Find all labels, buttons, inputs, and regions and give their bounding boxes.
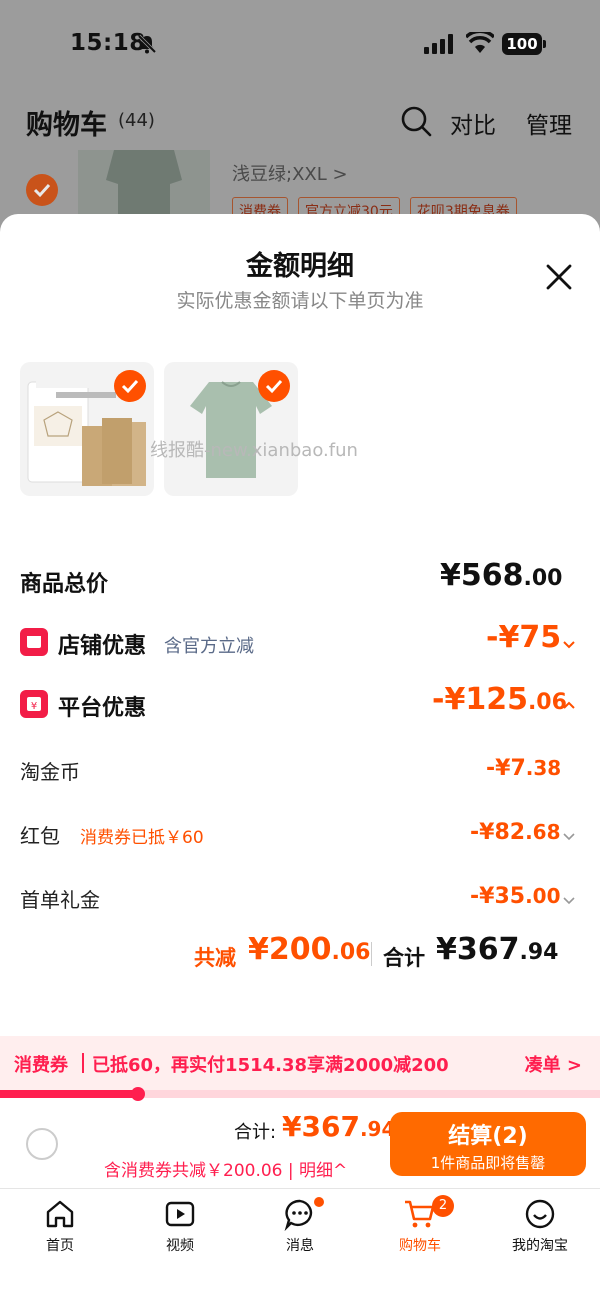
divider — [371, 942, 372, 966]
first-gift-row[interactable]: 首单礼金 -¥35.00 — [0, 880, 600, 924]
signal-icon — [424, 34, 453, 54]
tab-home[interactable]: 首页 — [0, 1197, 120, 1255]
store-discount-note: 含官方立减 — [164, 636, 254, 657]
tab-cart-label: 购物车 — [399, 1238, 441, 1254]
settle-button[interactable]: 结算(2) 1件商品即将售罄 — [390, 1112, 586, 1176]
platform-discount-row[interactable]: ¥ 平台优惠 -¥125.06 — [0, 682, 600, 732]
item-spec[interactable]: 浅豆绿;XXL > — [232, 160, 348, 186]
cart-badge: 2 — [432, 1195, 454, 1217]
wifi-icon — [466, 32, 494, 53]
settle-button-label: 结算(2) — [448, 1124, 528, 1149]
taojinbi-label: 淘金币 — [20, 760, 80, 784]
hongbao-value: -¥82.68 — [470, 820, 561, 845]
status-time: 15:18 — [70, 30, 146, 56]
product-checked-icon — [258, 370, 290, 402]
manage-button[interactable]: 管理 — [526, 106, 572, 140]
coupon-label: 消费券 — [14, 1055, 68, 1076]
search-icon[interactable] — [400, 105, 432, 137]
check-icon — [33, 183, 51, 198]
product-thumbnail[interactable] — [164, 362, 298, 496]
coupon-progress-bar — [0, 1087, 600, 1101]
platform-discount-value: -¥125.06 — [432, 682, 567, 717]
home-icon — [46, 1200, 74, 1228]
hongbao-row[interactable]: 红包 消费券已抵￥60 -¥82.68 — [0, 816, 600, 860]
video-icon — [165, 1201, 195, 1227]
total-price-row: 商品总价 ¥568.00 — [0, 558, 600, 608]
chevron-up-icon — [563, 701, 575, 709]
tab-home-label: 首页 — [46, 1238, 74, 1254]
cart-count: (44) — [118, 110, 155, 131]
chevron-down-icon — [563, 897, 575, 905]
battery-indicator: 100 — [502, 33, 546, 55]
product-thumbnail[interactable] — [20, 362, 154, 496]
tab-messages-label: 消息 — [286, 1238, 314, 1254]
total-value: ¥367.94 — [436, 932, 559, 967]
checkout-total-label: 合计: — [234, 1122, 277, 1143]
chevron-down-icon — [563, 641, 575, 649]
chevron-down-icon — [563, 833, 575, 841]
page-title: 购物车 — [26, 110, 107, 141]
platform-discount-label: 平台优惠 — [58, 696, 147, 721]
hongbao-label: 红包 — [20, 824, 60, 848]
select-all-checkbox[interactable] — [26, 1128, 58, 1160]
bottom-tab-bar: 首页 视频 消息 2 购物车 我的淘宝 — [0, 1188, 600, 1303]
store-discount-value: -¥75 — [486, 620, 562, 655]
first-gift-label: 首单礼金 — [20, 888, 100, 912]
add-items-link[interactable]: 凑单 > — [525, 1051, 582, 1077]
sheet-title: 金额明细 — [246, 251, 354, 282]
first-gift-value: -¥35.00 — [470, 884, 561, 909]
reduce-label: 共减 — [194, 946, 236, 970]
taojinbi-row: 淘金币 -¥7.38 — [0, 752, 600, 796]
taojinbi-value: -¥7.38 — [486, 756, 562, 781]
tab-me[interactable]: 我的淘宝 — [480, 1197, 600, 1255]
coupon-bar[interactable]: 消费券 已抵60，再实付1514.38享满2000减200 凑单 > — [0, 1036, 600, 1090]
status-bar: 15:18 100 — [0, 0, 600, 90]
tab-video[interactable]: 视频 — [120, 1197, 240, 1255]
item-checkbox[interactable] — [26, 174, 58, 206]
checkout-total-value: ¥367.94 — [282, 1110, 396, 1143]
sheet-subtitle: 实际优惠金额请以下单页为准 — [176, 290, 424, 312]
store-discount-label: 店铺优惠 — [58, 634, 147, 659]
tab-messages[interactable]: 消息 — [240, 1197, 360, 1255]
total-label: 合计 — [383, 946, 425, 970]
settle-button-sub: 1件商品即将售罄 — [430, 1154, 546, 1172]
store-icon — [20, 628, 48, 656]
coupon-text: 已抵60，再实付1514.38享满2000减200 — [92, 1055, 449, 1076]
product-thumbnails — [20, 362, 298, 496]
svg-text:¥: ¥ — [31, 701, 37, 712]
tab-cart[interactable]: 2 购物车 — [360, 1195, 480, 1255]
compare-button[interactable]: 对比 — [450, 106, 496, 140]
background-overlay: 15:18 100 购物车 (44) 对比 管理 浅豆绿;XXL > 消费券 官… — [0, 0, 600, 240]
total-price-value: ¥568.00 — [440, 558, 563, 593]
reduce-value: ¥200.06 — [248, 932, 371, 967]
checkout-bar: 合计: ¥367.94 含消费券共减￥200.06 | 明细^ 结算(2) 1件… — [0, 1098, 600, 1188]
cart-header: 购物车 (44) 对比 管理 — [0, 90, 600, 150]
store-discount-row[interactable]: 店铺优惠 含官方立减 -¥75 — [0, 620, 600, 670]
amount-detail-sheet: 金额明细 实际优惠金额请以下单页为准 商品总价 ¥568.00 店铺优惠 含官方… — [0, 214, 600, 1303]
watermark: 线报酷-new.xianbao.fun — [150, 440, 358, 461]
hongbao-note: 消费券已抵￥60 — [80, 828, 204, 848]
product-checked-icon — [114, 370, 146, 402]
tab-me-label: 我的淘宝 — [512, 1238, 568, 1254]
smile-icon — [525, 1199, 555, 1229]
total-price-label: 商品总价 — [20, 572, 109, 597]
divider — [82, 1053, 84, 1073]
unread-dot — [314, 1197, 324, 1207]
summary-line: 共减 ¥200.06 合计 ¥367.94 — [0, 930, 600, 980]
checkout-detail-link[interactable]: 含消费券共减￥200.06 | 明细^ — [104, 1156, 347, 1181]
coupon-icon: ¥ — [20, 690, 48, 718]
coupon-progress-fill — [0, 1090, 138, 1098]
bell-muted-icon — [137, 34, 157, 54]
close-icon[interactable] — [544, 262, 574, 292]
tab-video-label: 视频 — [166, 1238, 194, 1254]
message-icon — [284, 1199, 313, 1231]
